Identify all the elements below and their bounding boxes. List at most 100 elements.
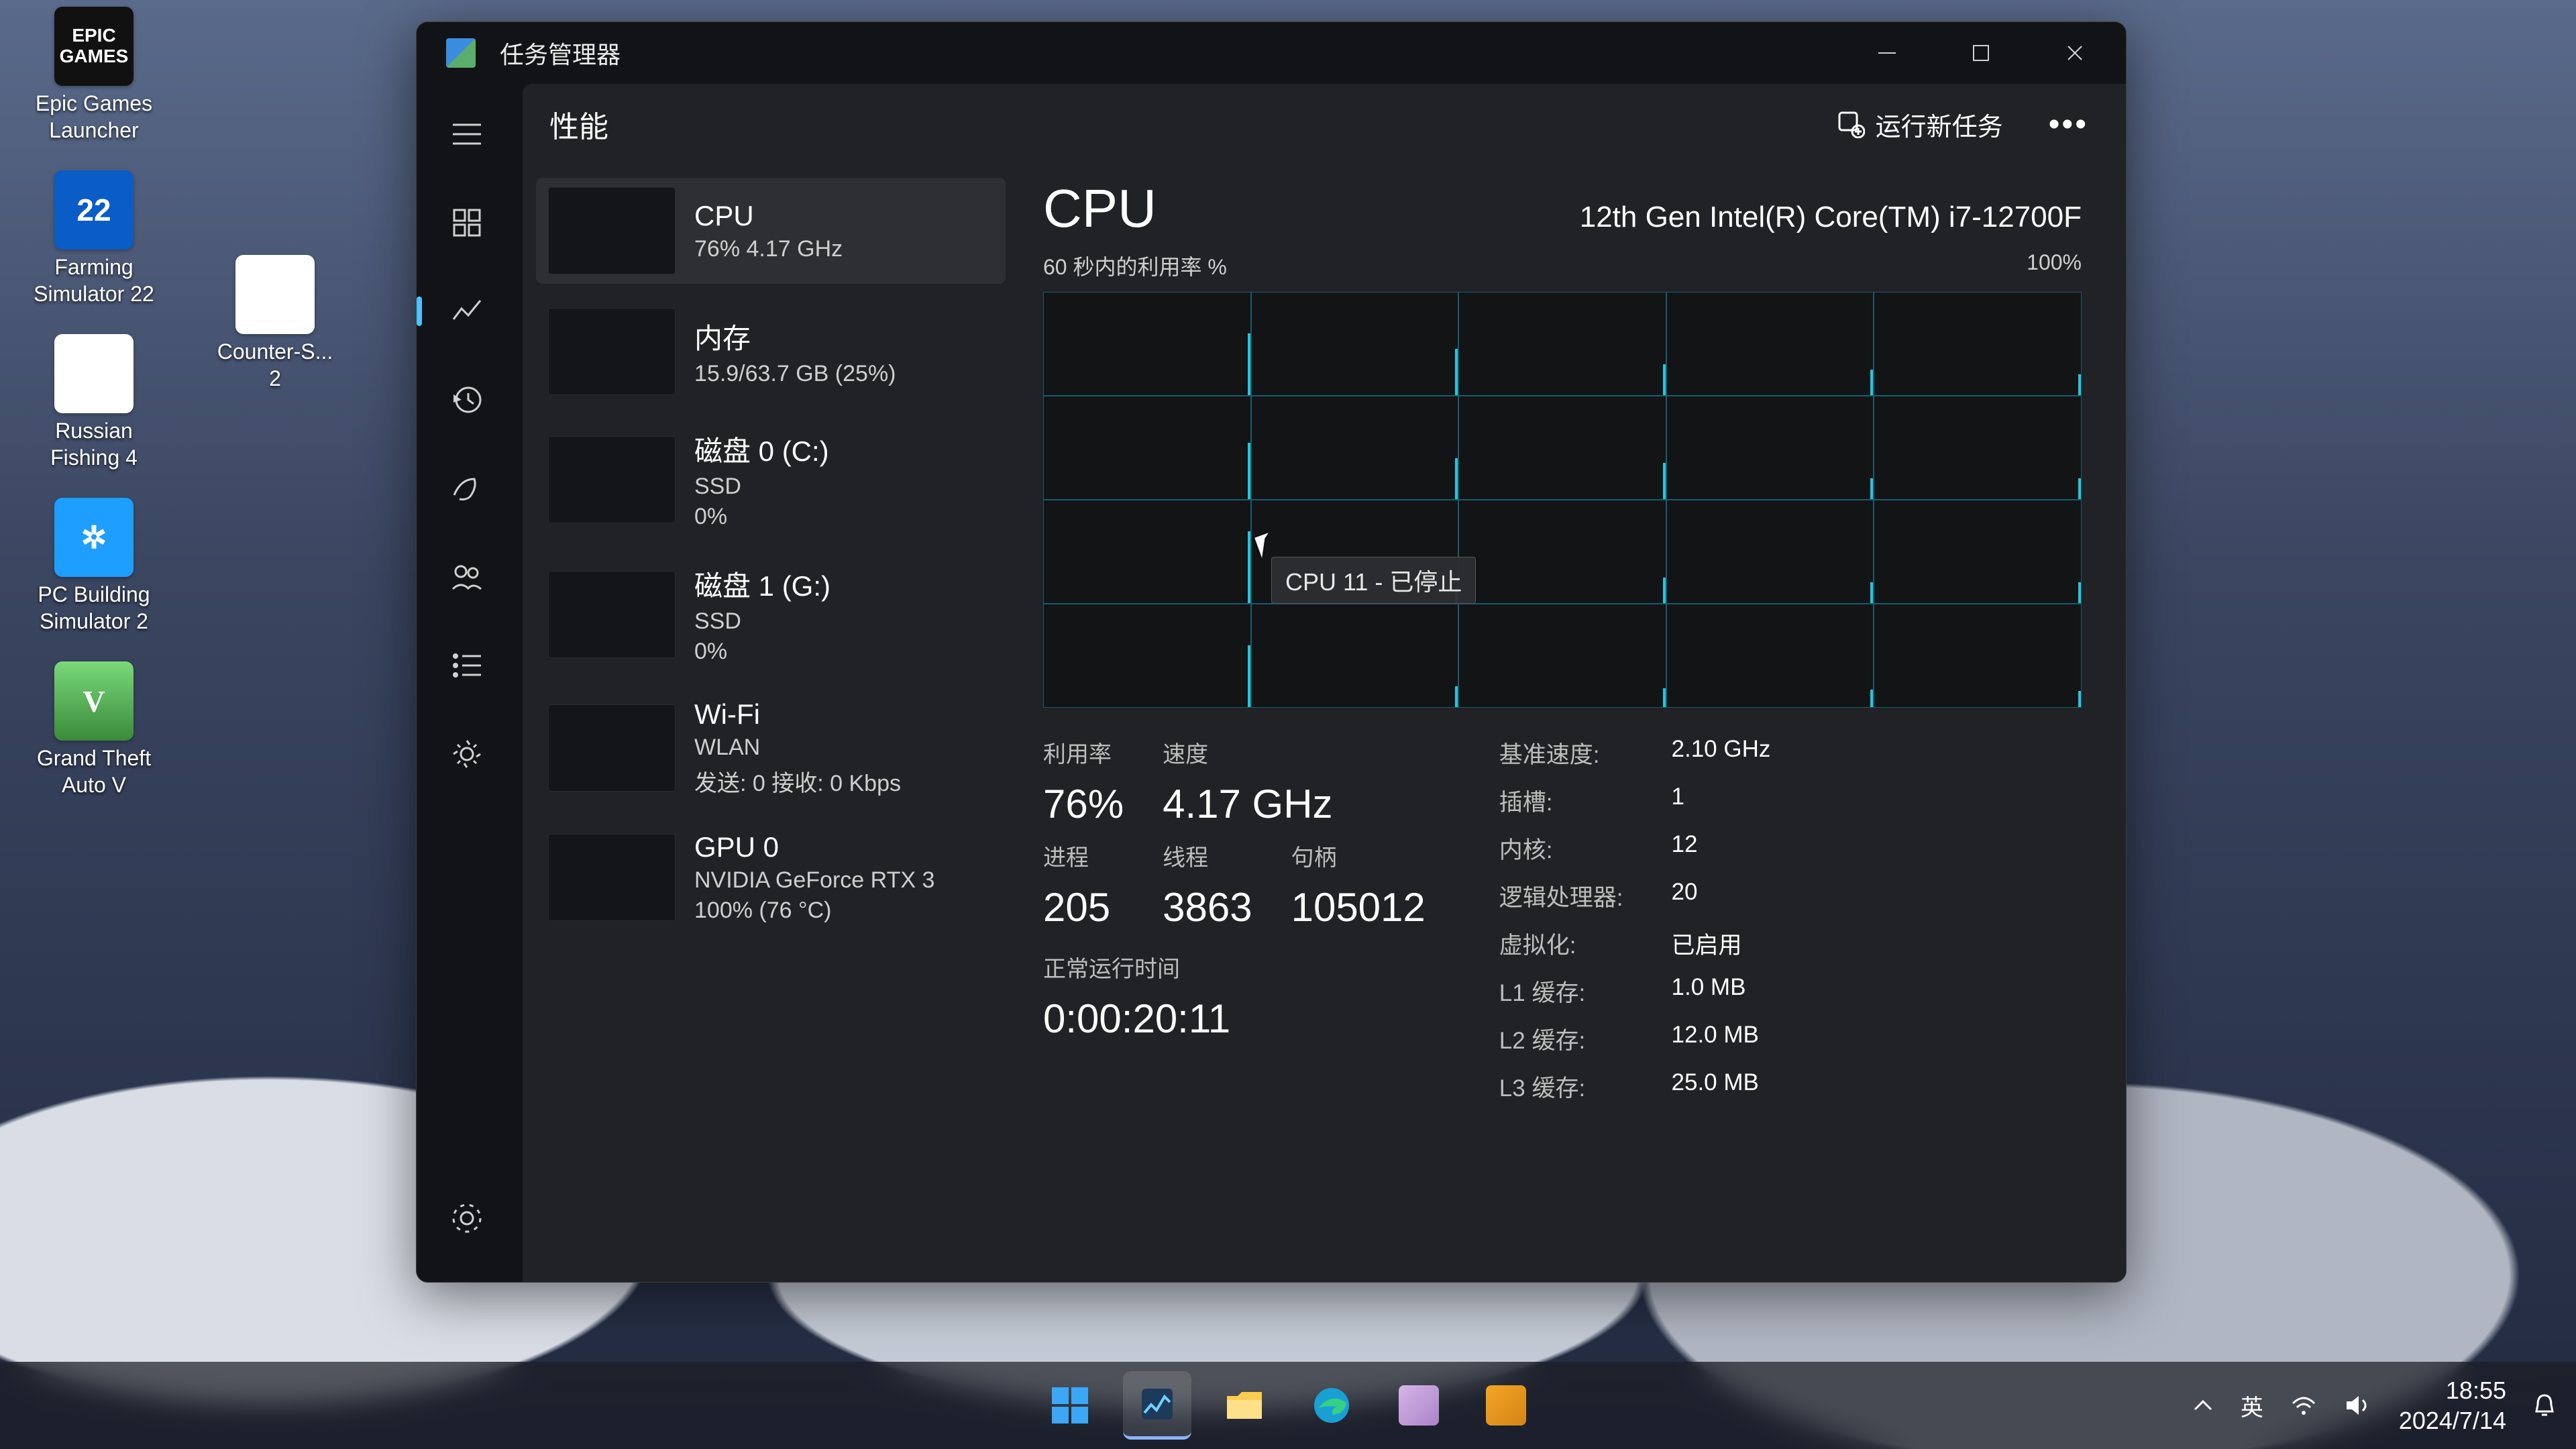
cpu-core-7[interactable] <box>1458 396 1666 500</box>
cpu-model: 12th Gen Intel(R) Core(TM) i7-12700F <box>1580 201 2082 234</box>
system-tray: 英 18:55 2024/7/14 <box>2192 1375 2556 1436</box>
gta-v-icon: V <box>54 661 133 741</box>
run-task-icon <box>1837 110 1865 138</box>
perf-item-disk1[interactable]: 磁盘 1 (G:) SSD 0% <box>536 554 1006 674</box>
virt-value: 已启用 <box>1672 926 1771 961</box>
desktop-icon-farming-sim[interactable]: 22 FarmingSimulator 22 <box>7 170 181 307</box>
task-manager-window: 任务管理器 <box>416 21 2127 1283</box>
window-controls <box>1833 25 2115 80</box>
icon-label: Counter-S...2 <box>217 338 333 392</box>
users-icon <box>450 561 484 593</box>
nav-rail <box>417 84 517 1282</box>
clock[interactable]: 18:55 2024/7/14 <box>2399 1375 2506 1436</box>
notifications-tray-icon[interactable] <box>2533 1393 2556 1418</box>
wifi-tray-icon[interactable] <box>2290 1394 2317 1417</box>
cpu-core-grid[interactable]: CPU 11 - 已停止 <box>1043 292 2082 708</box>
perf-sub2: 0% <box>694 639 994 665</box>
cpu-core-9[interactable] <box>1874 396 2082 500</box>
taskbar[interactable]: 英 18:55 2024/7/14 <box>0 1362 2576 1449</box>
cpu-core-14[interactable] <box>1874 500 2082 604</box>
cpu-stats-left: 利用率 速度 . 76% 4.17 GHz 进程 线程 句柄 205 3863 … <box>1043 736 1426 1104</box>
cpu-core-13[interactable] <box>1666 500 1874 604</box>
clock-time: 18:55 <box>2399 1375 2506 1405</box>
cpu-core-16[interactable] <box>1251 604 1459 708</box>
maximize-button[interactable] <box>1941 25 2021 80</box>
cpu-core-8[interactable] <box>1666 396 1874 500</box>
volume-icon <box>2344 1393 2372 1417</box>
speed-value: 4.17 GHz <box>1163 781 1426 827</box>
perf-title: 内存 <box>694 316 994 357</box>
perf-item-disk0[interactable]: 磁盘 0 (C:) SSD 0% <box>536 419 1006 539</box>
perf-item-wifi[interactable]: Wi-Fi WLAN 发送: 0 接收: 0 Kbps <box>536 689 1006 807</box>
cpu-core-17[interactable] <box>1458 604 1666 708</box>
desktop-icon-epic-games[interactable]: EPICGAMES Epic GamesLauncher <box>7 7 181 144</box>
perf-item-gpu0[interactable]: GPU 0 NVIDIA GeForce RTX 3 100% (76 °C) <box>536 822 1006 933</box>
volume-tray-icon[interactable] <box>2344 1393 2372 1417</box>
close-button[interactable] <box>2035 25 2115 80</box>
taskbar-app-1[interactable] <box>1385 1371 1453 1440</box>
nav-app-history[interactable] <box>430 363 504 437</box>
perf-title: 磁盘 1 (G:) <box>694 564 994 604</box>
taskbar-app-2[interactable] <box>1472 1371 1540 1440</box>
minimize-button[interactable] <box>1847 25 1927 80</box>
desktop-icon-pc-building-sim[interactable]: ✲ PC BuildingSimulator 2 <box>7 498 181 635</box>
gpu0-thumbnail <box>548 834 676 921</box>
hamburger-icon <box>451 122 482 146</box>
run-new-task-button[interactable]: 运行新任务 <box>1825 98 2015 151</box>
nav-services[interactable] <box>430 717 504 791</box>
desktop-icon-counter-strike[interactable]: Counter-S...2 <box>188 255 362 392</box>
epic-games-icon: EPICGAMES <box>54 7 133 86</box>
cpu-core-12[interactable] <box>1458 500 1666 604</box>
task-manager-icon <box>446 38 476 68</box>
perf-item-cpu[interactable]: CPU 76% 4.17 GHz <box>536 178 1006 284</box>
cpu-core-2[interactable] <box>1458 292 1666 396</box>
hnd-value: 105012 <box>1291 884 1426 930</box>
uptime-value: 0:00:20:11 <box>1043 996 1426 1042</box>
chart-label-right: 100% <box>2027 250 2082 281</box>
more-button[interactable]: ••• <box>2038 106 2099 143</box>
nav-startup[interactable] <box>430 451 504 525</box>
desktop-icon-russian-fishing[interactable]: RussianFishing 4 <box>7 334 181 471</box>
cpu-core-18[interactable] <box>1666 604 1874 708</box>
icon-label: FarmingSimulator 22 <box>34 254 154 307</box>
document-icon <box>235 255 315 334</box>
cpu-core-6[interactable] <box>1251 396 1459 500</box>
perf-sub: 76% 4.17 GHz <box>694 236 994 262</box>
tray-chevron-up[interactable] <box>2192 1397 2214 1413</box>
nav-settings[interactable] <box>430 1181 504 1255</box>
proc-label: 进程 <box>1043 839 1124 872</box>
base-speed-value: 2.10 GHz <box>1672 736 1771 770</box>
perf-item-memory[interactable]: 内存 15.9/63.7 GB (25%) <box>536 299 1006 405</box>
cpu-core-10[interactable] <box>1043 500 1251 604</box>
nav-details[interactable] <box>430 629 504 702</box>
nav-users[interactable] <box>430 540 504 614</box>
virt-label: 虚拟化: <box>1499 926 1623 961</box>
taskbar-file-explorer[interactable] <box>1210 1371 1279 1440</box>
cpu-core-3[interactable] <box>1666 292 1874 396</box>
nav-performance[interactable] <box>430 274 504 348</box>
farming-sim-icon: 22 <box>54 170 133 250</box>
taskbar-edge[interactable] <box>1297 1371 1366 1440</box>
start-button[interactable] <box>1036 1371 1104 1440</box>
nav-processes[interactable] <box>430 186 504 260</box>
cpu-core-0[interactable] <box>1043 292 1251 396</box>
chevron-up-icon <box>2192 1397 2214 1413</box>
cpu-core-19[interactable] <box>1874 604 2082 708</box>
cpu-core-15[interactable] <box>1043 604 1251 708</box>
l2-value: 12.0 MB <box>1672 1022 1771 1056</box>
nav-hamburger[interactable] <box>430 97 504 171</box>
ime-indicator[interactable]: 英 <box>2241 1389 2263 1422</box>
gear-icon <box>451 738 483 770</box>
desktop-icon-gta-v[interactable]: V Grand TheftAuto V <box>7 661 181 798</box>
hnd-label: 句柄 <box>1291 839 1426 872</box>
icon-label: PC BuildingSimulator 2 <box>38 581 150 635</box>
cpu-core-1[interactable] <box>1251 292 1459 396</box>
icon-label: Grand TheftAuto V <box>37 745 151 798</box>
titlebar[interactable]: 任务管理器 <box>417 22 2126 84</box>
cpu-core-5[interactable] <box>1043 396 1251 500</box>
folder-icon <box>1224 1388 1265 1423</box>
taskbar-task-manager[interactable] <box>1123 1371 1191 1440</box>
logical-proc-value: 20 <box>1672 879 1771 913</box>
cpu-core-4[interactable] <box>1874 292 2082 396</box>
maximize-icon <box>1972 44 1990 62</box>
